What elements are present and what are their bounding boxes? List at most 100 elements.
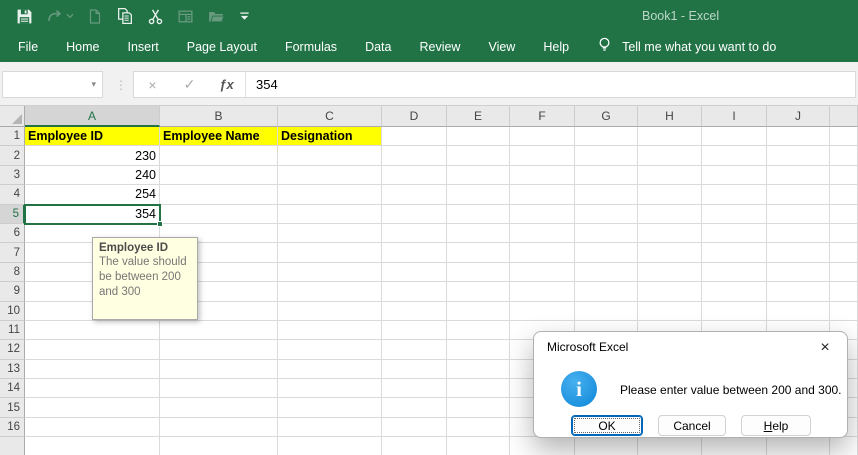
cell-F4[interactable] bbox=[510, 185, 575, 204]
row-header-14[interactable]: 14 bbox=[0, 379, 25, 398]
cell-E7[interactable] bbox=[447, 243, 510, 262]
cell-G17[interactable] bbox=[575, 437, 638, 455]
cell-partial[interactable] bbox=[830, 127, 858, 146]
cell-C15[interactable] bbox=[278, 398, 382, 417]
cell-F10[interactable] bbox=[510, 302, 575, 321]
cell-H7[interactable] bbox=[638, 243, 702, 262]
cell-H5[interactable] bbox=[638, 205, 702, 224]
cell-H2[interactable] bbox=[638, 146, 702, 165]
cell-C8[interactable] bbox=[278, 263, 382, 282]
cell-B2[interactable] bbox=[160, 146, 278, 165]
cell-J4[interactable] bbox=[767, 185, 830, 204]
cell-partial[interactable] bbox=[830, 282, 858, 301]
cell-partial[interactable] bbox=[830, 263, 858, 282]
cell-D2[interactable] bbox=[382, 146, 447, 165]
cell-E8[interactable] bbox=[447, 263, 510, 282]
cell-E6[interactable] bbox=[447, 224, 510, 243]
column-header-H[interactable]: H bbox=[638, 106, 702, 127]
cell-D14[interactable] bbox=[382, 379, 447, 398]
column-header-I[interactable]: I bbox=[702, 106, 767, 127]
tab-formulas[interactable]: Formulas bbox=[271, 32, 351, 62]
row-header-15[interactable]: 15 bbox=[0, 398, 25, 417]
new-file-icon[interactable] bbox=[87, 8, 103, 25]
cell-C13[interactable] bbox=[278, 360, 382, 379]
cell-J1[interactable] bbox=[767, 127, 830, 146]
row-header-5[interactable]: 5 bbox=[0, 205, 25, 224]
dialog-close-icon[interactable]: × bbox=[813, 336, 837, 360]
row-header-10[interactable]: 10 bbox=[0, 302, 25, 321]
cell-E12[interactable] bbox=[447, 340, 510, 359]
row-header-6[interactable]: 6 bbox=[0, 224, 25, 243]
tab-file[interactable]: File bbox=[4, 32, 52, 62]
cell-B17[interactable] bbox=[160, 437, 278, 455]
cell-H6[interactable] bbox=[638, 224, 702, 243]
row-header-13[interactable]: 13 bbox=[0, 360, 25, 379]
cell-I9[interactable] bbox=[702, 282, 767, 301]
tab-data[interactable]: Data bbox=[351, 32, 405, 62]
cell-C14[interactable] bbox=[278, 379, 382, 398]
column-header-B[interactable]: B bbox=[160, 106, 278, 127]
tab-view[interactable]: View bbox=[474, 32, 529, 62]
column-header-partial[interactable] bbox=[830, 106, 858, 127]
cell-D12[interactable] bbox=[382, 340, 447, 359]
cell-E4[interactable] bbox=[447, 185, 510, 204]
cell-A16[interactable] bbox=[25, 418, 160, 437]
cell-C7[interactable] bbox=[278, 243, 382, 262]
cell-partial[interactable] bbox=[830, 166, 858, 185]
insert-function-icon[interactable]: ƒx bbox=[208, 77, 245, 92]
cell-E9[interactable] bbox=[447, 282, 510, 301]
column-header-C[interactable]: C bbox=[278, 106, 382, 127]
open-folder-icon[interactable] bbox=[207, 8, 225, 25]
cell-partial[interactable] bbox=[830, 224, 858, 243]
cell-E1[interactable] bbox=[447, 127, 510, 146]
cell-I6[interactable] bbox=[702, 224, 767, 243]
form-table-icon[interactable] bbox=[177, 8, 194, 25]
cell-E16[interactable] bbox=[447, 418, 510, 437]
cell-G6[interactable] bbox=[575, 224, 638, 243]
redo-icon[interactable] bbox=[46, 8, 74, 25]
column-header-D[interactable]: D bbox=[382, 106, 447, 127]
cell-B4[interactable] bbox=[160, 185, 278, 204]
row-header-partial[interactable] bbox=[0, 437, 25, 455]
cell-F17[interactable] bbox=[510, 437, 575, 455]
cell-F1[interactable] bbox=[510, 127, 575, 146]
ok-button[interactable]: OK bbox=[571, 415, 643, 436]
cell-F3[interactable] bbox=[510, 166, 575, 185]
cell-B15[interactable] bbox=[160, 398, 278, 417]
cell-I1[interactable] bbox=[702, 127, 767, 146]
cell-G4[interactable] bbox=[575, 185, 638, 204]
cut-icon[interactable] bbox=[147, 8, 164, 25]
cell-F6[interactable] bbox=[510, 224, 575, 243]
cell-C16[interactable] bbox=[278, 418, 382, 437]
cell-J2[interactable] bbox=[767, 146, 830, 165]
cell-H4[interactable] bbox=[638, 185, 702, 204]
cell-I5[interactable] bbox=[702, 205, 767, 224]
cell-C4[interactable] bbox=[278, 185, 382, 204]
cell-C9[interactable] bbox=[278, 282, 382, 301]
cell-F7[interactable] bbox=[510, 243, 575, 262]
cell-A11[interactable] bbox=[25, 321, 160, 340]
name-box-dropdown-icon[interactable]: ▾ bbox=[91, 79, 102, 90]
cell-B3[interactable] bbox=[160, 166, 278, 185]
cell-A14[interactable] bbox=[25, 379, 160, 398]
cell-partial[interactable] bbox=[830, 185, 858, 204]
cell-G8[interactable] bbox=[575, 263, 638, 282]
cell-D8[interactable] bbox=[382, 263, 447, 282]
customize-qat-icon[interactable] bbox=[238, 9, 251, 23]
cell-B1[interactable]: Employee Name bbox=[160, 127, 278, 146]
name-box[interactable]: ▾ bbox=[2, 71, 103, 98]
cell-G10[interactable] bbox=[575, 302, 638, 321]
row-header-3[interactable]: 3 bbox=[0, 166, 25, 185]
cell-C12[interactable] bbox=[278, 340, 382, 359]
cell-C10[interactable] bbox=[278, 302, 382, 321]
column-header-E[interactable]: E bbox=[447, 106, 510, 127]
cell-J3[interactable] bbox=[767, 166, 830, 185]
formula-bar-resize-handle[interactable]: ⋮ bbox=[114, 71, 128, 98]
cell-J7[interactable] bbox=[767, 243, 830, 262]
confirm-entry-icon[interactable]: ✓ bbox=[171, 76, 208, 93]
cell-H8[interactable] bbox=[638, 263, 702, 282]
cell-C2[interactable] bbox=[278, 146, 382, 165]
cell-partial[interactable] bbox=[830, 437, 858, 455]
row-header-12[interactable]: 12 bbox=[0, 340, 25, 359]
cell-G7[interactable] bbox=[575, 243, 638, 262]
